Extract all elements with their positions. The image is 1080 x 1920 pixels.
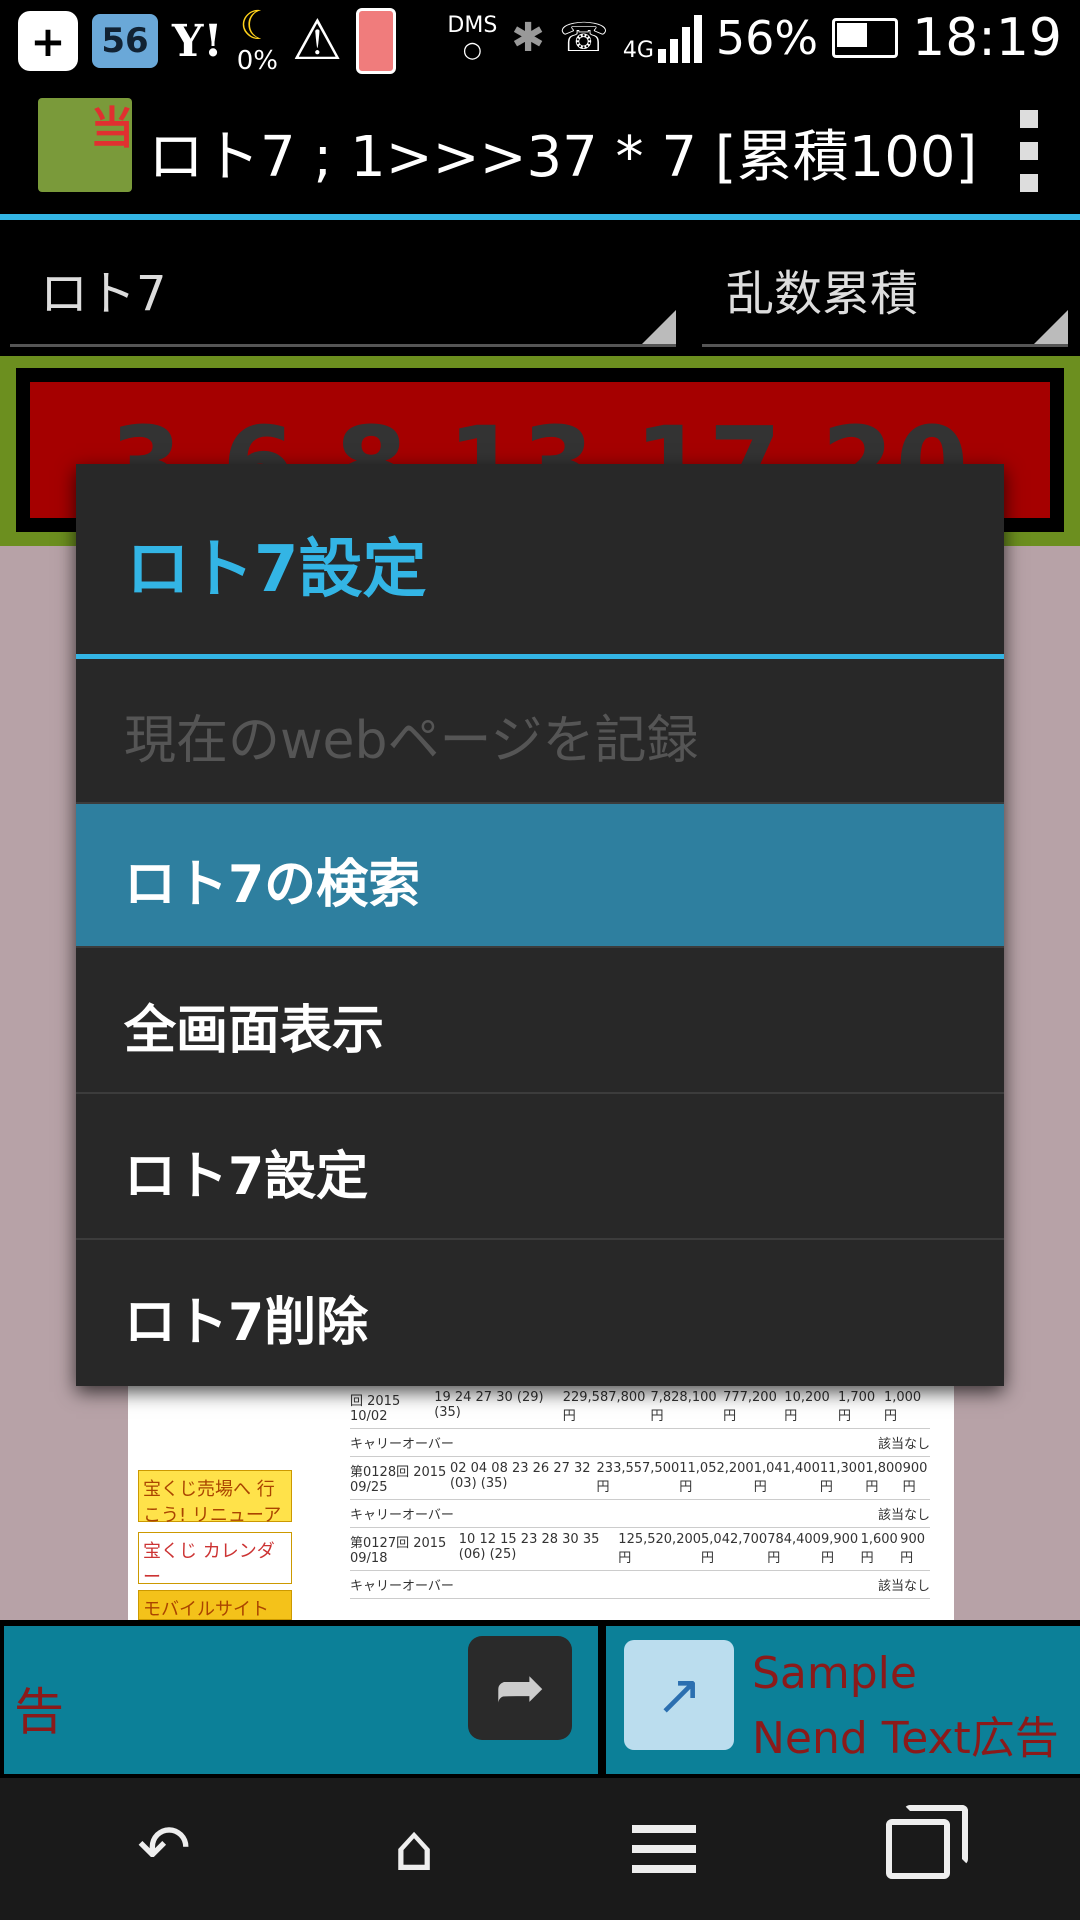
ad-right[interactable]: ↗ Sample Nend Text広告	[606, 1626, 1080, 1774]
menu-item-settings[interactable]: ロト7設定	[76, 1096, 1004, 1240]
app-badge-icon: 56	[92, 14, 158, 68]
status-left-icons: + 56 Y! ☾ 0% ⚠	[18, 3, 397, 76]
home-icon[interactable]: ⌂	[374, 1812, 454, 1886]
dms-indicator: DMS ○	[447, 13, 498, 63]
battery-icon	[832, 18, 899, 58]
share-arrow-icon[interactable]: ➦	[468, 1636, 572, 1740]
ad-left[interactable]: 告 ➦	[4, 1626, 598, 1774]
ad-right-line1: Sample	[752, 1648, 917, 1699]
back-icon[interactable]: ↶	[124, 1812, 204, 1886]
navigation-bar: ↶ ⌂	[0, 1778, 1080, 1920]
settings-dialog: ロト7設定 現在のwebページを記録 ロト7の検索 全画面表示 ロト7設定 ロト…	[76, 464, 1004, 1386]
menu-item-delete[interactable]: ロト7削除	[76, 1242, 1004, 1386]
dialog-divider	[76, 654, 1004, 659]
dialog-title: ロト7設定	[126, 533, 427, 607]
status-bar: + 56 Y! ☾ 0% ⚠ DMS ○ ✱ ☏ 4G 56% 18:19	[0, 0, 1080, 76]
plus-icon: +	[18, 11, 78, 71]
recent-apps-icon[interactable]	[878, 1805, 968, 1884]
menu-item-label: 全画面表示	[124, 1001, 385, 1061]
clock: 18:19	[912, 8, 1062, 68]
network-label: 4G	[622, 38, 654, 63]
status-right-icons: DMS ○ ✱ ☏ 4G 56% 18:19	[447, 0, 1062, 76]
menu-item-label: 現在のwebページを記録	[124, 711, 699, 771]
ad-left-text: 告	[14, 1683, 64, 1741]
nfc-icon: ☏	[558, 15, 609, 61]
yahoo-icon: Y!	[172, 15, 223, 67]
menu-item-label: ロト7削除	[124, 1293, 369, 1353]
menu-item-search[interactable]: ロト7の検索	[76, 804, 1004, 948]
menu-item-label: ロト7設定	[124, 1147, 369, 1207]
menu-item-record-webpage: 現在のwebページを記録	[76, 660, 1004, 804]
dms-label: DMS	[447, 13, 498, 38]
battery-percent: 56%	[715, 11, 819, 65]
ad-banner: 告 ➦ ↗ Sample Nend Text広告	[0, 1620, 1080, 1778]
phone-icon	[356, 8, 397, 74]
menu-icon[interactable]	[624, 1814, 704, 1884]
menu-item-label: ロト7の検索	[124, 855, 421, 915]
ad-right-line2: Nend Text広告	[752, 1713, 1059, 1764]
moon-percent: 0%	[236, 46, 278, 76]
bluetooth-icon: ✱	[511, 15, 545, 61]
moon-icon: ☾ 0%	[236, 3, 278, 76]
warning-icon: ⚠	[291, 8, 343, 73]
chart-icon: ↗	[624, 1640, 734, 1750]
signal-icon: 4G	[623, 13, 702, 63]
menu-item-fullscreen[interactable]: 全画面表示	[76, 950, 1004, 1094]
